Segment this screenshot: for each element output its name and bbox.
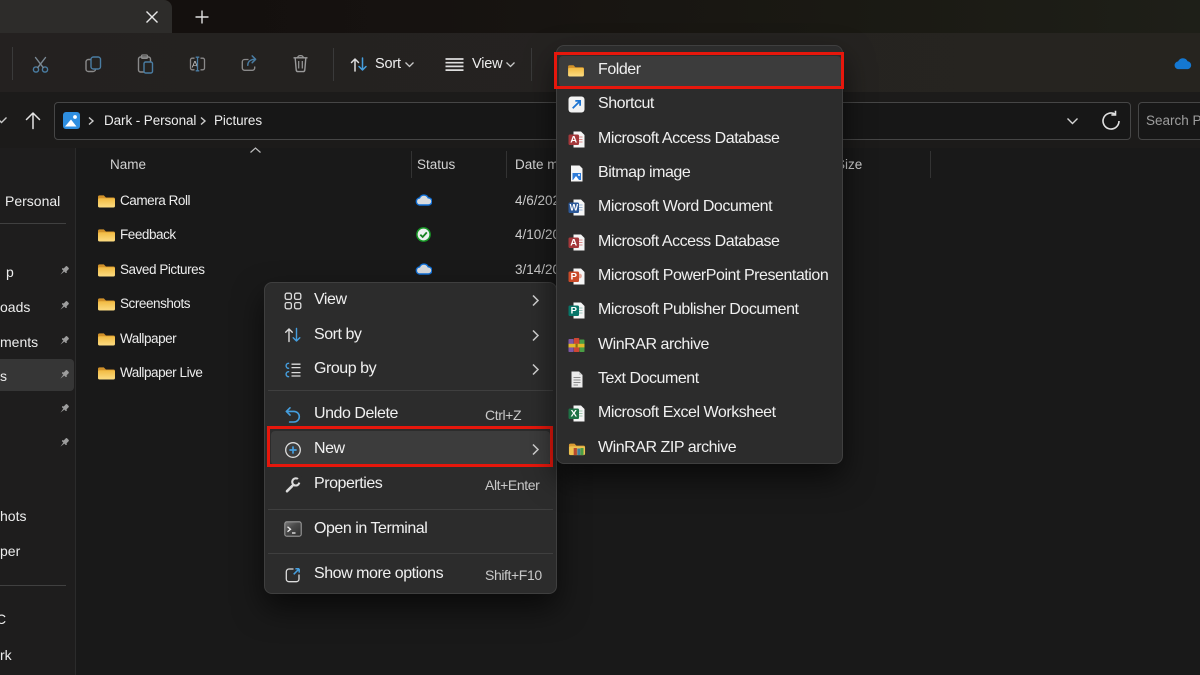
svg-text:P: P xyxy=(571,306,578,317)
svg-text:P: P xyxy=(571,272,578,283)
svg-text:A: A xyxy=(570,237,577,248)
svg-text:X: X xyxy=(571,409,578,420)
svg-text:W: W xyxy=(570,203,579,213)
svg-text:A: A xyxy=(570,134,577,145)
